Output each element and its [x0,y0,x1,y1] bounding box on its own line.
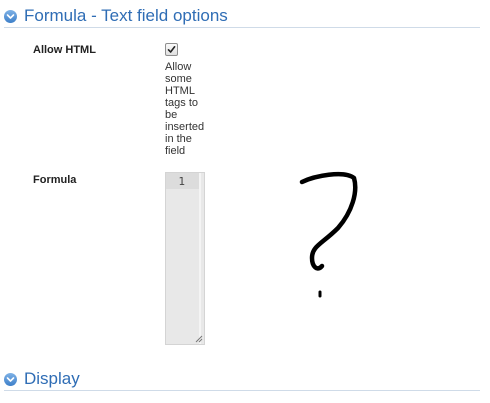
allow-html-checkbox[interactable] [165,43,178,56]
line-number: 1 [178,175,185,188]
editor-gutter: 1 [166,173,199,189]
section-title-formula: Formula - Text field options [24,6,228,25]
question-mark-icon [299,171,358,298]
checkmark-icon [167,46,176,53]
chevron-down-icon[interactable] [4,372,17,386]
editor-edge [199,173,201,344]
formula-label: Formula [33,174,77,186]
allow-html-help-text: Allow some HTML tags to be inserted in t… [165,61,205,157]
section-title-display: Display [24,369,80,388]
chevron-down-icon [6,13,15,19]
chevron-down-icon[interactable] [4,9,17,23]
chevron-down-icon [6,376,15,382]
section-header-formula[interactable]: Formula - Text field options [4,5,480,28]
formula-code-editor[interactable]: 1 [165,172,205,345]
allow-html-label: Allow HTML [33,44,96,56]
resize-grip-icon[interactable] [194,334,203,343]
section-header-display[interactable]: Display [4,368,480,391]
